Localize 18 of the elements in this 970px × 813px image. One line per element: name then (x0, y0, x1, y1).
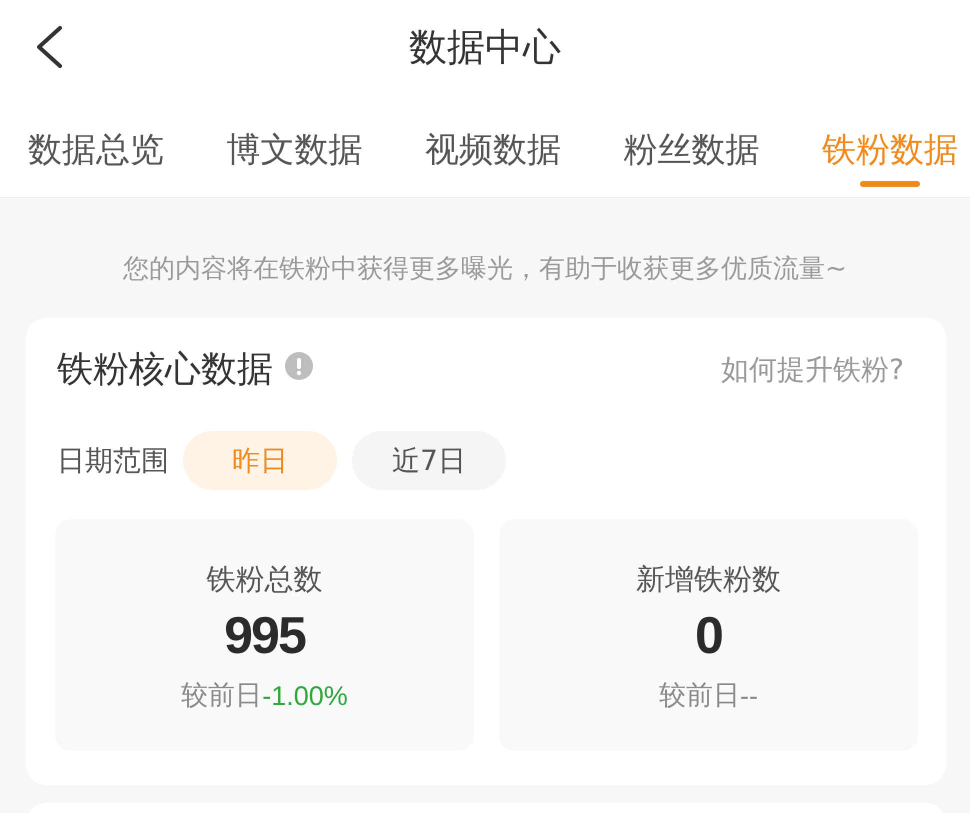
tab[interactable]: 粉丝数据 (624, 100, 760, 197)
card-title: 铁粉核心数据 (57, 348, 273, 392)
date-range-label: 日期范围 (57, 442, 169, 478)
tab[interactable]: 博文数据 (226, 100, 362, 197)
tab[interactable]: 视频数据 (425, 100, 561, 197)
stat-label: 新增铁粉数 (636, 561, 781, 598)
date-chip[interactable]: 近7日 (352, 431, 506, 490)
compare-label: 较前日 (659, 679, 740, 713)
tab[interactable]: 数据总览 (28, 100, 164, 197)
stat-value: 0 (695, 606, 722, 667)
compare-label: 较前日 (181, 679, 262, 713)
stat-label: 铁粉总数 (206, 561, 322, 598)
stat-value: 995 (224, 606, 305, 667)
change-value: -- (740, 680, 758, 713)
back-chevron-icon (35, 25, 63, 69)
notice-text: 您的内容将在铁粉中获得更多曝光，有助于收获更多优质流量~ (122, 253, 848, 286)
change-value: -1.00% (262, 680, 348, 713)
page-title: 数据中心 (409, 24, 561, 71)
